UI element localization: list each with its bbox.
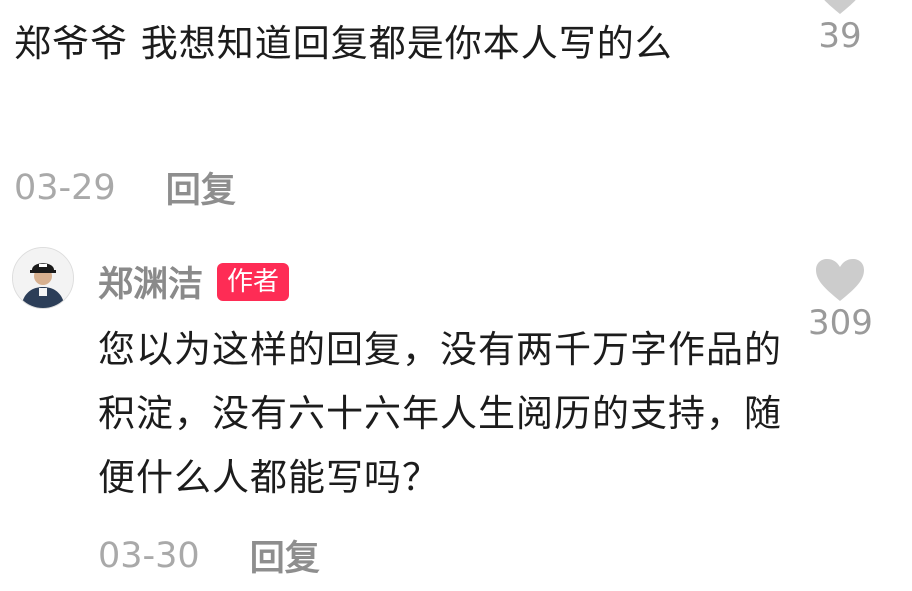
author-reply-date: 03-30: [98, 535, 200, 576]
author-reply-text: 您以为这样的回复，没有两千万字作品的积淀，没有六十六年人生阅历的支持，随便什么人…: [98, 328, 782, 499]
author-reply-like-count: 309: [808, 303, 873, 343]
author-reply-meta: 03-30 回复: [98, 530, 320, 581]
author-reply-like-button[interactable]: 309: [808, 257, 873, 343]
top-comment-like-count: 39: [818, 16, 862, 56]
heart-icon: [824, 0, 856, 14]
author-reply-reply-button[interactable]: 回复: [250, 530, 320, 581]
top-comment-meta: 03-29 回复: [14, 162, 236, 213]
author-header: 郑渊洁 作者: [98, 256, 290, 307]
heart-icon: [816, 259, 864, 301]
top-comment: 郑爷爷 我想知道回复都是你本人写的么: [14, 14, 754, 74]
top-comment-text: 郑爷爷 我想知道回复都是你本人写的么: [14, 22, 673, 65]
top-comment-date: 03-29: [14, 167, 116, 208]
top-comment-reply-button[interactable]: 回复: [166, 162, 236, 213]
author-name[interactable]: 郑渊洁: [98, 256, 203, 307]
user-avatar-icon: [13, 248, 73, 308]
author-badge: 作者: [217, 262, 290, 301]
avatar[interactable]: [12, 247, 74, 309]
top-comment-like-button[interactable]: 39: [808, 0, 872, 56]
